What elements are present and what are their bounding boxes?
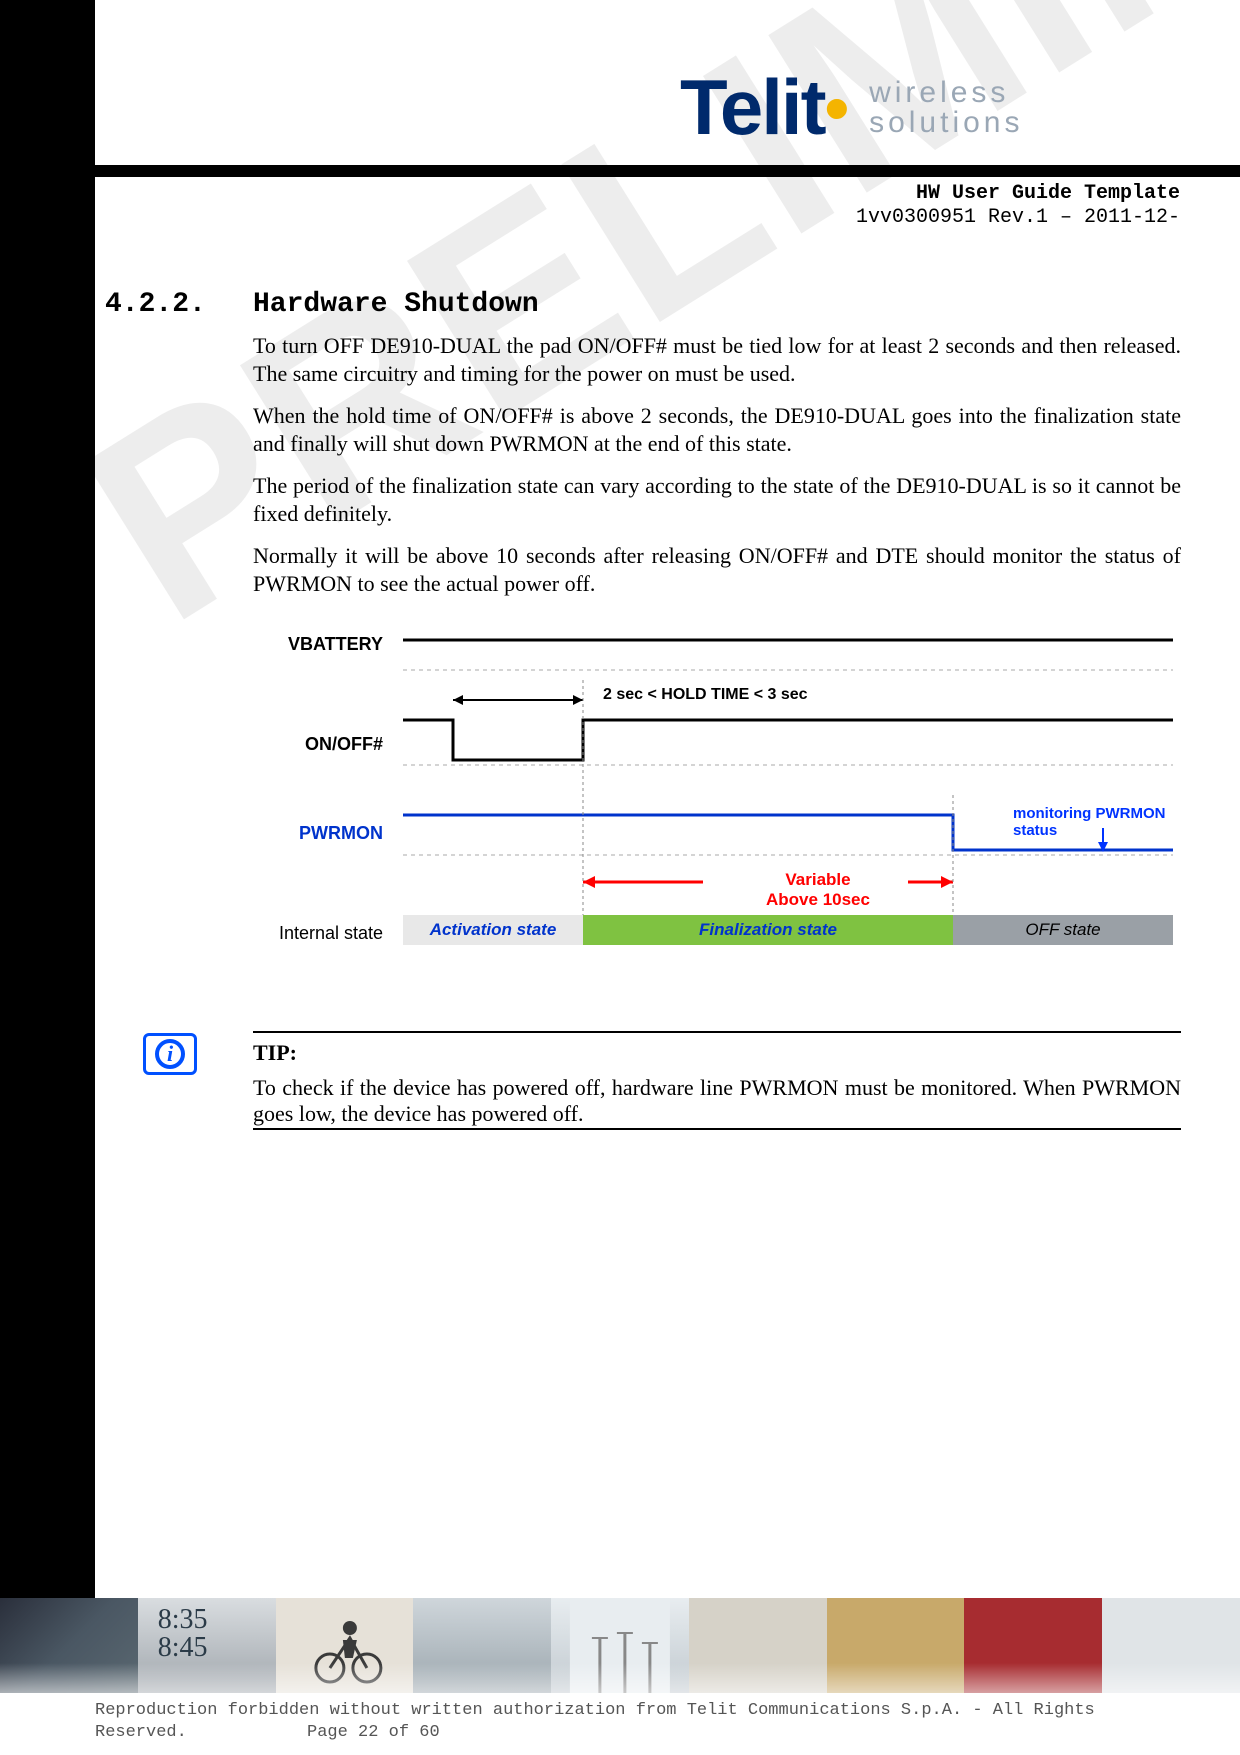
footer-reserved: Reserved. xyxy=(95,1723,187,1742)
footer-img-7 xyxy=(827,1598,965,1693)
paragraph-3: The period of the finalization state can… xyxy=(253,472,1181,528)
state-finalization: Finalization state xyxy=(583,915,953,945)
tip-rule-top xyxy=(253,1031,1181,1033)
timing-diagram: VBATTERY ON/OFF# PWRMON Internal state xyxy=(253,620,1181,1000)
footer-img-4 xyxy=(413,1598,551,1693)
doc-title: HW User Guide Template xyxy=(590,182,1180,206)
section-title: Hardware Shutdown xyxy=(253,289,539,320)
hold-time-label: 2 sec < HOLD TIME < 3 sec xyxy=(603,686,808,704)
state-row: Activation state Finalization state OFF … xyxy=(403,915,1173,945)
variable-time-label: VariableAbove 10sec xyxy=(733,870,903,910)
tip-body: To check if the device has powered off, … xyxy=(253,1075,1181,1127)
state-off: OFF state xyxy=(953,915,1173,945)
monitoring-label: monitoring PWRMON status xyxy=(1013,805,1173,839)
label-vbattery: VBATTERY xyxy=(233,634,383,655)
footer-img-3 xyxy=(276,1598,414,1693)
brand-tagline: wirelesssolutions xyxy=(869,78,1023,138)
footer-img-2: 8:358:45 xyxy=(138,1598,276,1693)
left-black-strip xyxy=(0,0,95,1598)
footer-line1: Reproduction forbidden without written a… xyxy=(95,1701,1095,1720)
paragraph-1: To turn OFF DE910-DUAL the pad ON/OFF# m… xyxy=(253,332,1181,388)
paragraph-4: Normally it will be above 10 seconds aft… xyxy=(253,542,1181,598)
paragraph-2: When the hold time of ON/OFF# is above 2… xyxy=(253,402,1181,458)
tip-rule-bottom xyxy=(253,1128,1181,1130)
tip-title: TIP: xyxy=(253,1040,297,1066)
state-activation: Activation state xyxy=(403,915,583,945)
footer-img-6 xyxy=(689,1598,827,1693)
label-pwrmon: PWRMON xyxy=(233,823,383,844)
page-number: Page 22 of 60 xyxy=(307,1722,440,1744)
section-number: 4.2.2. xyxy=(105,289,206,320)
footer-img-5 xyxy=(551,1598,689,1693)
brand-logo: Telit• wirelesssolutions xyxy=(680,62,1190,153)
info-icon: i xyxy=(155,1039,185,1069)
footer-img-8 xyxy=(964,1598,1102,1693)
label-onoff: ON/OFF# xyxy=(233,734,383,755)
tip-icon: i xyxy=(143,1033,197,1075)
footer-img-9 xyxy=(1102,1598,1240,1693)
diagram-area: 2 sec < HOLD TIME < 3 sec monitoring PWR… xyxy=(403,620,1173,980)
label-internal-state: Internal state xyxy=(233,923,383,944)
footer-image-strip: 8:358:45 xyxy=(0,1598,1240,1693)
doc-revision: 1vv0300951 Rev.1 – 2011-12- xyxy=(590,206,1180,230)
doc-header: HW User Guide Template 1vv0300951 Rev.1 … xyxy=(590,182,1180,230)
footer-img-1 xyxy=(0,1598,138,1693)
footer-clock: 8:358:45 xyxy=(158,1606,208,1662)
footer-text: Reproduction forbidden without written a… xyxy=(95,1700,1185,1744)
timing-waveforms xyxy=(403,620,1173,910)
brand-name: Telit• xyxy=(680,62,847,153)
header-divider xyxy=(0,165,1240,177)
